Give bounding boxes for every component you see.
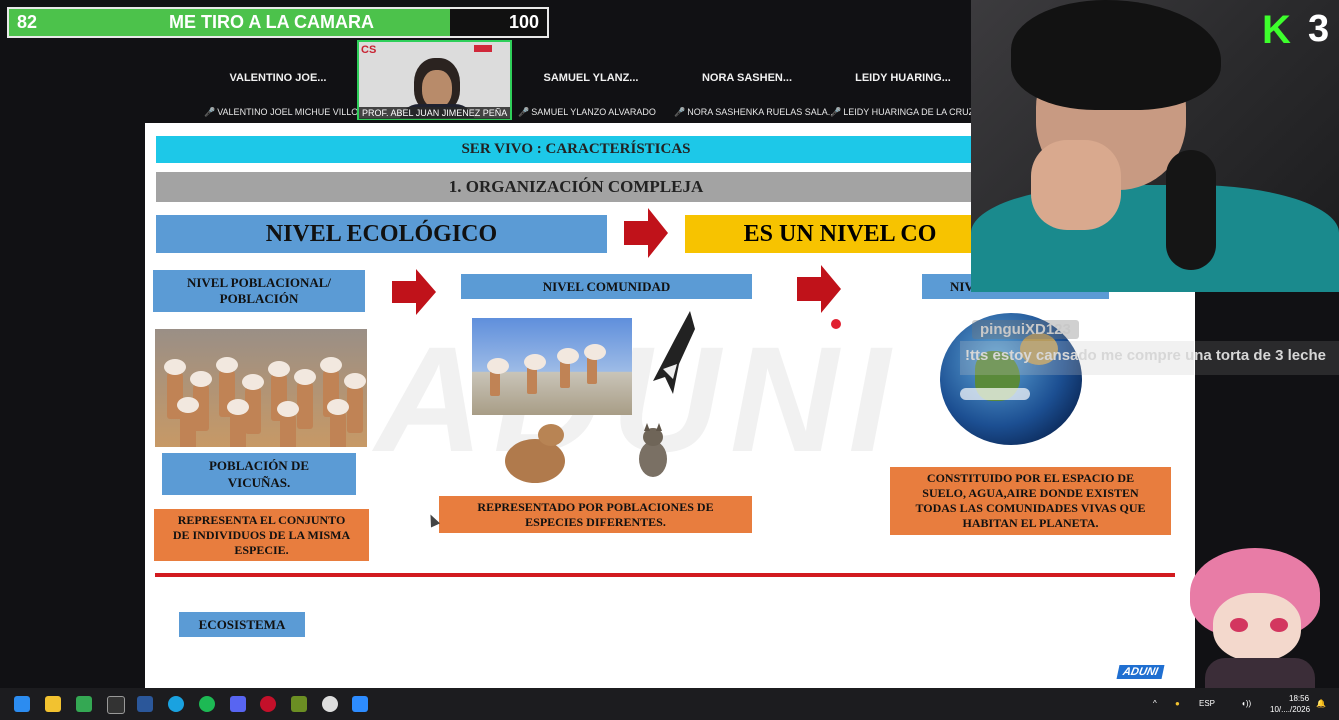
red-divider [155, 573, 1175, 577]
representado-box: REPRESENTADO POR POBLACIONES DE ESPECIES… [439, 496, 752, 533]
windows-taskbar: ^ ● ESP ◖)) 18:56 10/..../2026 🔔 [0, 688, 1339, 720]
goal-progress-bar: 82 ME TIRO A LA CAMARA 100 [7, 7, 549, 38]
headphones-icon [1166, 150, 1216, 270]
minecraft-icon[interactable] [291, 696, 307, 712]
participant-label-3: 🎤 SAMUEL YLANZO ALVARADO [518, 107, 656, 117]
participant-name-5[interactable]: LEIDY HUARING... [823, 72, 983, 84]
clock-date[interactable]: 10/..../2026 [1270, 705, 1310, 714]
chat-username: pinguiXD123 [972, 320, 1079, 339]
edge-icon[interactable] [168, 696, 184, 712]
banner-icon [474, 45, 492, 52]
word-icon[interactable] [137, 696, 153, 712]
discord-icon[interactable] [230, 696, 246, 712]
muted-mic-icon: 🎤 [830, 107, 842, 117]
kick-logo-icon: K [1262, 8, 1291, 52]
condor-icon [653, 311, 695, 394]
community-photo [472, 318, 632, 415]
school-logo-icon: CS [361, 44, 377, 56]
constituido-box: CONSTITUIDO POR EL ESPACIO DE SUELO, AGU… [890, 467, 1171, 535]
spotify-icon[interactable] [199, 696, 215, 712]
slide-header-1: SER VIVO : CARACTERÍSTICAS [156, 136, 996, 163]
es-un-nivel-box: ES UN NIVEL CO [685, 215, 995, 253]
goal-title: ME TIRO A LA CAMARA [169, 12, 374, 32]
anime-character-image [1185, 548, 1325, 688]
puma-icon [505, 424, 565, 483]
chevron-up-icon[interactable]: ^ [1153, 699, 1157, 708]
nivel-ecosistema-box: NIV [922, 274, 974, 299]
vicunas-photo [155, 329, 367, 447]
language-indicator[interactable]: ESP [1199, 699, 1215, 708]
nivel-ecologico-box: NIVEL ECOLÓGICO [156, 215, 607, 253]
nivel-poblacional-box: NIVEL POBLACIONAL/ POBLACIÓN [153, 270, 365, 312]
nivel-comunidad-box: NIVEL COMUNIDAD [461, 274, 752, 299]
chat-message: !tts estoy cansado me compre una torta d… [965, 347, 1326, 364]
participant-label-5: 🎤 LEIDY HUARINGA DE LA CRUZ [830, 107, 975, 117]
notification-bell-icon[interactable]: 🔔 [1316, 699, 1326, 708]
file-explorer-icon[interactable] [45, 696, 61, 712]
participant-name-1[interactable]: VALENTINO JOE... [198, 72, 358, 84]
muted-mic-icon: 🎤 [204, 107, 216, 117]
host-face [422, 70, 452, 108]
webcam-shirt [971, 185, 1339, 292]
obs-icon[interactable] [322, 696, 338, 712]
slide-header-2: 1. ORGANIZACIÓN COMPLEJA [156, 172, 996, 202]
red-arrow-icon [392, 269, 436, 315]
participant-name-4[interactable]: NORA SASHEN... [667, 72, 827, 84]
aduni-logo: ADUNI [1116, 665, 1165, 679]
participant-label-1: 🎤 VALENTINO JOEL MICHUE VILLO... [204, 107, 366, 117]
sheets-icon[interactable] [76, 696, 92, 712]
participant-name-3[interactable]: SAMUEL YLANZ... [511, 72, 671, 84]
volume-icon[interactable]: ◖)) [1241, 699, 1251, 708]
webcam-hair [1011, 0, 1221, 110]
participant-label-4: 🎤 NORA SASHENKA RUELAS SALA... [674, 107, 836, 117]
microphone-icon[interactable]: ● [1175, 699, 1180, 708]
goal-target: 100 [508, 12, 539, 32]
opera-gx-icon[interactable] [260, 696, 276, 712]
clock-time[interactable]: 18:56 [1289, 694, 1309, 703]
kick-counter: 3 [1308, 8, 1330, 50]
zoom-icon[interactable] [352, 696, 368, 712]
muted-mic-icon: 🎤 [674, 107, 686, 117]
ecosistema-box: ECOSISTEMA [179, 612, 305, 637]
representa-box: REPRESENTA EL CONJUNTO DE INDIVIDUOS DE … [154, 509, 369, 561]
goal-current: 82 [17, 12, 38, 32]
red-arrow-icon [624, 208, 668, 258]
epic-games-icon[interactable] [107, 696, 125, 714]
red-arrow-icon [797, 265, 841, 313]
muted-mic-icon: 🎤 [518, 107, 530, 117]
poblacion-vicunas-box: POBLACIÓN DE VICUÑAS. [162, 453, 356, 495]
webcam-hand [1031, 140, 1121, 230]
windows-start-icon[interactable] [14, 696, 30, 712]
host-label: PROF. ABEL JUAN JIMENEZ PEÑA [359, 107, 511, 119]
laser-pointer-icon [829, 317, 843, 331]
fox-icon [639, 423, 667, 477]
